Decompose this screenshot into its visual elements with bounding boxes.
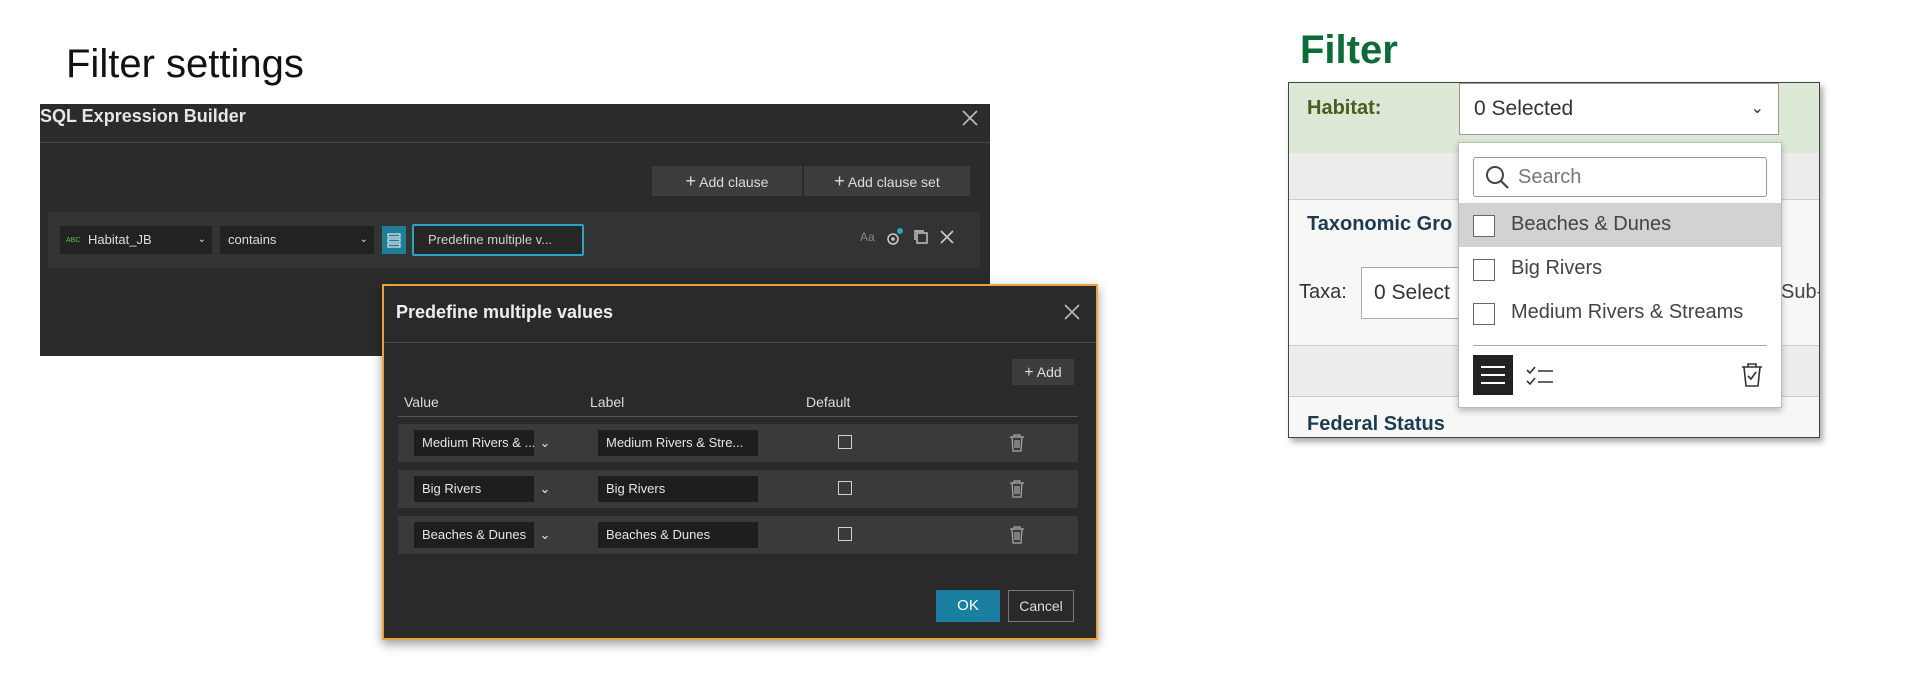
chevron-down-icon: ⌄ <box>534 476 556 502</box>
divider <box>40 142 990 143</box>
federal-status-heading: Federal Status <box>1307 413 1445 435</box>
settings-icon[interactable] <box>884 226 906 253</box>
divider <box>384 342 1096 343</box>
trash-icon[interactable] <box>1008 433 1026 458</box>
search-placeholder: Search <box>1518 166 1582 188</box>
chevron-down-icon: ⌄ <box>534 522 556 548</box>
add-clause-label: Add clause <box>699 174 769 190</box>
divider <box>1473 345 1767 346</box>
chevron-down-icon: ⌄ <box>197 234 206 245</box>
predefine-values-dialog: Predefine multiple values + Add Value La… <box>382 284 1098 640</box>
close-icon[interactable] <box>1062 302 1082 322</box>
plus-icon: + <box>685 171 697 191</box>
clause-row: ABC Habitat_JB ⌄ contains ⌄ Predefine mu… <box>48 212 980 268</box>
label-input[interactable]: Beaches & Dunes <box>598 522 758 548</box>
value-select-text: Big Rivers <box>422 481 482 496</box>
default-checkbox[interactable] <box>838 435 852 449</box>
list-icon <box>1473 366 1513 399</box>
trash-icon[interactable] <box>1008 479 1026 504</box>
default-checkbox[interactable] <box>838 527 852 541</box>
plus-icon: + <box>834 171 845 191</box>
trash-icon[interactable] <box>1008 525 1026 550</box>
field-select-value: Habitat_JB <box>88 232 152 247</box>
plus-icon: + <box>1024 364 1034 381</box>
add-clause-set-label: Add clause set <box>847 174 940 190</box>
value-select[interactable]: Beaches & Dunes ⌄ <box>414 522 556 548</box>
chevron-down-icon: ⌄ <box>534 430 556 456</box>
string-type-badge: ABC <box>66 236 81 244</box>
close-icon[interactable] <box>938 228 956 251</box>
sql-builder-title: SQL Expression Builder <box>40 106 246 126</box>
label-input[interactable]: Medium Rivers & Stre... <box>598 430 758 456</box>
habitat-select-value: 0 Selected <box>1474 97 1574 120</box>
add-value-label: Add <box>1036 364 1062 380</box>
default-checkbox[interactable] <box>838 481 852 495</box>
option-label: Medium Rivers & Streams <box>1511 301 1744 323</box>
option-item[interactable]: Medium Rivers & Streams <box>1459 291 1781 335</box>
column-header-value: Value <box>404 394 439 410</box>
value-select[interactable]: Medium Rivers & ... ⌄ <box>414 430 556 456</box>
label-input-text: Beaches & Dunes <box>606 527 711 542</box>
value-input-text: Predefine multiple v... <box>428 232 553 247</box>
option-item[interactable]: Big Rivers <box>1459 247 1781 291</box>
value-select-text: Medium Rivers & ... <box>422 435 536 450</box>
habitat-label: Habitat: <box>1307 97 1382 119</box>
taxa-select-value: 0 Select <box>1374 281 1450 304</box>
label-input[interactable]: Big Rivers <box>598 476 758 502</box>
operator-select[interactable]: contains ⌄ <box>220 226 374 254</box>
value-row: Beaches & Dunes ⌄ Beaches & Dunes <box>398 516 1078 554</box>
value-input[interactable]: Predefine multiple v... <box>412 224 584 256</box>
add-clause-set-button[interactable]: + Add clause set <box>804 166 970 196</box>
option-label: Beaches & Dunes <box>1511 213 1672 235</box>
value-row: Medium Rivers & ... ⌄ Medium Rivers & St… <box>398 424 1078 462</box>
ok-button[interactable]: OK <box>936 590 1000 622</box>
filter-heading: Filter <box>1300 28 1398 72</box>
dialog-title: Predefine multiple values <box>396 302 614 322</box>
value-select-text: Beaches & Dunes <box>422 527 527 542</box>
option-label: Big Rivers <box>1511 257 1603 279</box>
habitat-select[interactable]: 0 Selected ⌄ <box>1459 83 1779 135</box>
add-clause-button[interactable]: + Add clause <box>652 166 802 196</box>
add-value-button[interactable]: + Add <box>1012 359 1074 385</box>
taxa-label: Taxa: <box>1299 281 1347 303</box>
header-divider <box>398 416 1078 417</box>
list-view-button[interactable] <box>1473 355 1513 395</box>
checklist-icon[interactable] <box>1525 363 1555 394</box>
value-row: Big Rivers ⌄ Big Rivers <box>398 470 1078 508</box>
cancel-button[interactable]: Cancel <box>1008 590 1074 622</box>
taxonomic-group-heading: Taxonomic Gro <box>1307 213 1453 235</box>
column-header-label: Label <box>590 394 625 410</box>
sub-label: Sub- <box>1781 281 1820 303</box>
option-checkbox[interactable] <box>1473 215 1495 237</box>
operator-select-value: contains <box>228 232 277 247</box>
option-checkbox[interactable] <box>1473 303 1495 325</box>
value-mode-icon[interactable] <box>382 226 406 254</box>
chevron-down-icon: ⌄ <box>1750 100 1764 117</box>
clear-selection-icon[interactable] <box>1739 361 1765 394</box>
option-checkbox[interactable] <box>1473 259 1495 281</box>
search-input[interactable]: Search <box>1473 157 1767 197</box>
option-item[interactable]: Beaches & Dunes <box>1459 203 1781 247</box>
label-input-text: Medium Rivers & Stre... <box>606 435 744 450</box>
filter-settings-heading: Filter settings <box>66 42 304 86</box>
search-icon <box>1484 164 1510 195</box>
habitat-dropdown: Search Beaches & Dunes Big Rivers Medium… <box>1458 142 1782 408</box>
value-select[interactable]: Big Rivers ⌄ <box>414 476 556 502</box>
column-header-default: Default <box>806 394 851 410</box>
close-icon[interactable] <box>960 108 980 128</box>
case-sensitive-icon[interactable]: Aa <box>860 230 875 244</box>
label-input-text: Big Rivers <box>606 481 666 496</box>
field-select[interactable]: ABC Habitat_JB ⌄ <box>60 226 212 254</box>
chevron-down-icon: ⌄ <box>359 234 368 245</box>
copy-icon[interactable] <box>912 228 930 251</box>
